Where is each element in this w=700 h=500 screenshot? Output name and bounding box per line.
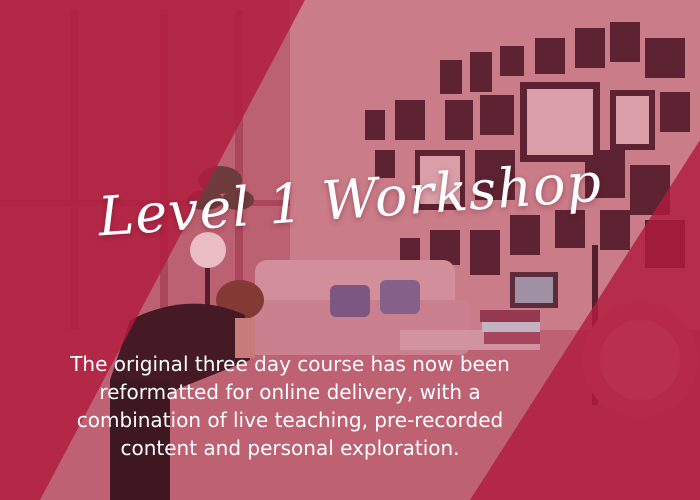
workshop-banner: Level 1 Workshop The original three day …: [0, 0, 700, 500]
description-line: The original three day course has now be…: [70, 352, 510, 376]
description-line: content and personal exploration.: [120, 436, 460, 460]
description-line: reformatted for online delivery, with a: [99, 380, 481, 404]
course-description: The original three day course has now be…: [30, 350, 550, 462]
description-line: combination of live teaching, pre-record…: [76, 408, 504, 432]
